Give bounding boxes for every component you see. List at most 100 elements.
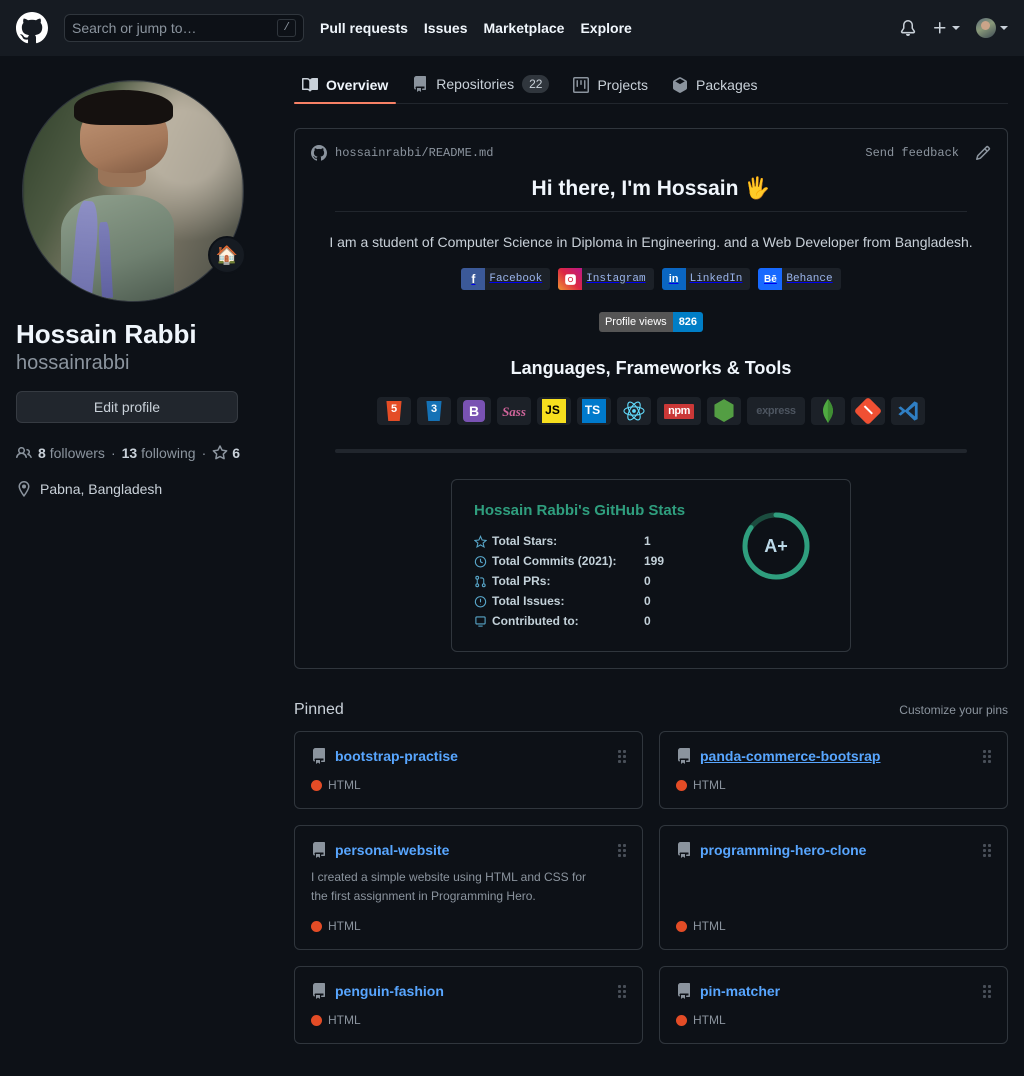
profile-sidebar: 🏠 Hossain Rabbi hossainrabbi Edit profil… bbox=[16, 56, 288, 1044]
readme-breadcrumb: hossainrabbi/README.md bbox=[335, 146, 493, 160]
social-badges: f Facebook Instagram in LinkedIn Bē Beha… bbox=[311, 268, 991, 290]
drag-handle-icon[interactable] bbox=[983, 984, 991, 998]
tab-packages[interactable]: Packages bbox=[664, 77, 765, 103]
repo-name-link[interactable]: personal-website bbox=[335, 842, 449, 858]
vscode-icon bbox=[891, 397, 925, 425]
stat-label: Contributed to: bbox=[492, 614, 579, 628]
github-stats-card: Hossain Rabbi's GitHub Stats Total Stars… bbox=[451, 479, 851, 652]
readme-intro-text: I am a student of Computer Science in Di… bbox=[329, 234, 973, 250]
readme-file-link[interactable]: README.md bbox=[429, 146, 494, 160]
send-feedback-link[interactable]: Send feedback bbox=[865, 146, 959, 160]
location-text: Pabna, Bangladesh bbox=[40, 480, 163, 497]
global-header: / Pull requests Issues Marketplace Explo… bbox=[0, 0, 1024, 56]
dot-separator: · bbox=[110, 444, 116, 461]
status-emoji-badge[interactable]: 🏠 bbox=[208, 236, 246, 274]
pinned-repo-card[interactable]: programming-hero-clone HTML bbox=[659, 825, 1008, 951]
profile-views-row: Profile views 826 bbox=[311, 312, 991, 332]
pin-card-header: panda-commerce-bootsrap bbox=[676, 748, 991, 764]
pinned-repo-card[interactable]: bootstrap-practise HTML bbox=[294, 731, 643, 809]
profile-username: hossainrabbi bbox=[16, 351, 130, 374]
drag-handle-icon[interactable] bbox=[618, 749, 626, 763]
stat-label: Total Commits (2021): bbox=[492, 554, 617, 568]
repo-name-link[interactable]: programming-hero-clone bbox=[700, 842, 866, 858]
badge-label: Facebook bbox=[489, 273, 543, 285]
star-icon bbox=[474, 534, 492, 548]
stars-link[interactable]: 6 bbox=[212, 445, 240, 461]
repo-icon bbox=[311, 842, 327, 858]
tab-label: Overview bbox=[326, 77, 389, 93]
badge-facebook[interactable]: f Facebook bbox=[461, 268, 551, 290]
tab-overview[interactable]: Overview bbox=[294, 77, 397, 104]
pin-card-header: pin-matcher bbox=[676, 983, 991, 999]
pinned-repo-card[interactable]: panda-commerce-bootsrap HTML bbox=[659, 731, 1008, 809]
followers-stats: 8 followers · 13 following · 6 bbox=[16, 445, 288, 461]
chevron-down-icon bbox=[952, 26, 960, 30]
facebook-icon: f bbox=[461, 268, 486, 290]
plus-icon[interactable] bbox=[932, 20, 960, 36]
language-name: HTML bbox=[328, 919, 361, 934]
drag-handle-icon[interactable] bbox=[983, 843, 991, 857]
bell-icon[interactable] bbox=[900, 20, 916, 36]
nav-pull-requests[interactable]: Pull requests bbox=[320, 20, 408, 36]
badge-label: LinkedIn bbox=[689, 273, 743, 285]
repo-name-link[interactable]: penguin-fashion bbox=[335, 983, 444, 999]
readme-actions: Send feedback bbox=[865, 145, 991, 161]
pinned-repo-card[interactable]: personal-website I created a simple webs… bbox=[294, 825, 643, 951]
header-actions bbox=[900, 18, 1008, 38]
following-count: 13 bbox=[121, 444, 138, 461]
profile-views-badge: Profile views 826 bbox=[598, 312, 704, 332]
badge-behance[interactable]: Bē Behance bbox=[758, 268, 841, 290]
repo-icon bbox=[474, 615, 492, 628]
pin-card-header: programming-hero-clone bbox=[676, 842, 991, 858]
github-mark-icon[interactable] bbox=[16, 12, 48, 44]
followers-link[interactable]: 8 followers bbox=[38, 445, 105, 461]
repo-name-link[interactable]: panda-commerce-bootsrap bbox=[700, 748, 880, 764]
repo-icon bbox=[311, 748, 327, 764]
javascript-icon: JS bbox=[537, 397, 571, 425]
pinned-repo-card[interactable]: pin-matcher HTML bbox=[659, 966, 1008, 1045]
followers-count: 8 bbox=[38, 444, 46, 461]
repo-language: HTML bbox=[311, 999, 626, 1027]
stat-total-stars: Total Stars: 1 bbox=[474, 531, 726, 551]
readme-owner-link[interactable]: hossainrabbi bbox=[335, 146, 421, 160]
customize-pins-link[interactable]: Customize your pins bbox=[899, 703, 1008, 717]
repo-name-link[interactable]: bootstrap-practise bbox=[335, 748, 458, 764]
pinned-repo-card[interactable]: penguin-fashion HTML bbox=[294, 966, 643, 1045]
repo-name-link[interactable]: pin-matcher bbox=[700, 983, 780, 999]
profile-location: Pabna, Bangladesh bbox=[16, 480, 288, 497]
drag-handle-icon[interactable] bbox=[618, 843, 626, 857]
account-menu[interactable] bbox=[976, 18, 1008, 38]
stat-label: Total Stars: bbox=[492, 534, 558, 548]
tab-repositories[interactable]: Repositories 22 bbox=[404, 75, 557, 103]
repo-icon bbox=[676, 842, 692, 858]
nav-issues[interactable]: Issues bbox=[424, 20, 468, 36]
rank-section: A+ bbox=[726, 502, 826, 582]
drag-handle-icon[interactable] bbox=[983, 749, 991, 763]
profile-avatar[interactable] bbox=[22, 80, 244, 302]
nav-marketplace[interactable]: Marketplace bbox=[484, 20, 565, 36]
profile-tabs: Overview Repositories 22 Projects Packag… bbox=[294, 56, 1008, 104]
drag-handle-icon[interactable] bbox=[618, 984, 626, 998]
tab-label: Packages bbox=[696, 77, 758, 93]
stat-total-commits: Total Commits (2021): 199 bbox=[474, 551, 726, 571]
nav-explore[interactable]: Explore bbox=[580, 20, 631, 36]
edit-profile-button[interactable]: Edit profile bbox=[16, 390, 238, 423]
main-column: Overview Repositories 22 Projects Packag… bbox=[288, 56, 1008, 1045]
badge-instagram[interactable]: Instagram bbox=[558, 268, 654, 290]
repo-description: I created a simple website using HTML an… bbox=[311, 870, 587, 903]
following-link[interactable]: 13 following bbox=[122, 445, 196, 461]
pencil-icon[interactable] bbox=[975, 145, 991, 161]
mongodb-icon bbox=[811, 397, 845, 425]
stat-value: 1 bbox=[644, 534, 651, 548]
express-icon: express bbox=[747, 397, 805, 425]
search-shortcut-hint: / bbox=[277, 19, 296, 37]
search-box[interactable]: / bbox=[64, 14, 304, 42]
pinned-title: Pinned bbox=[294, 701, 344, 718]
tab-label: Repositories bbox=[436, 76, 515, 92]
pinned-header: Pinned Customize your pins bbox=[294, 701, 1008, 719]
tab-projects[interactable]: Projects bbox=[565, 77, 656, 103]
badge-linkedin[interactable]: in LinkedIn bbox=[661, 268, 751, 290]
stat-value: 0 bbox=[644, 594, 651, 608]
breadcrumb-separator: / bbox=[421, 146, 429, 160]
search-input[interactable] bbox=[72, 20, 278, 36]
